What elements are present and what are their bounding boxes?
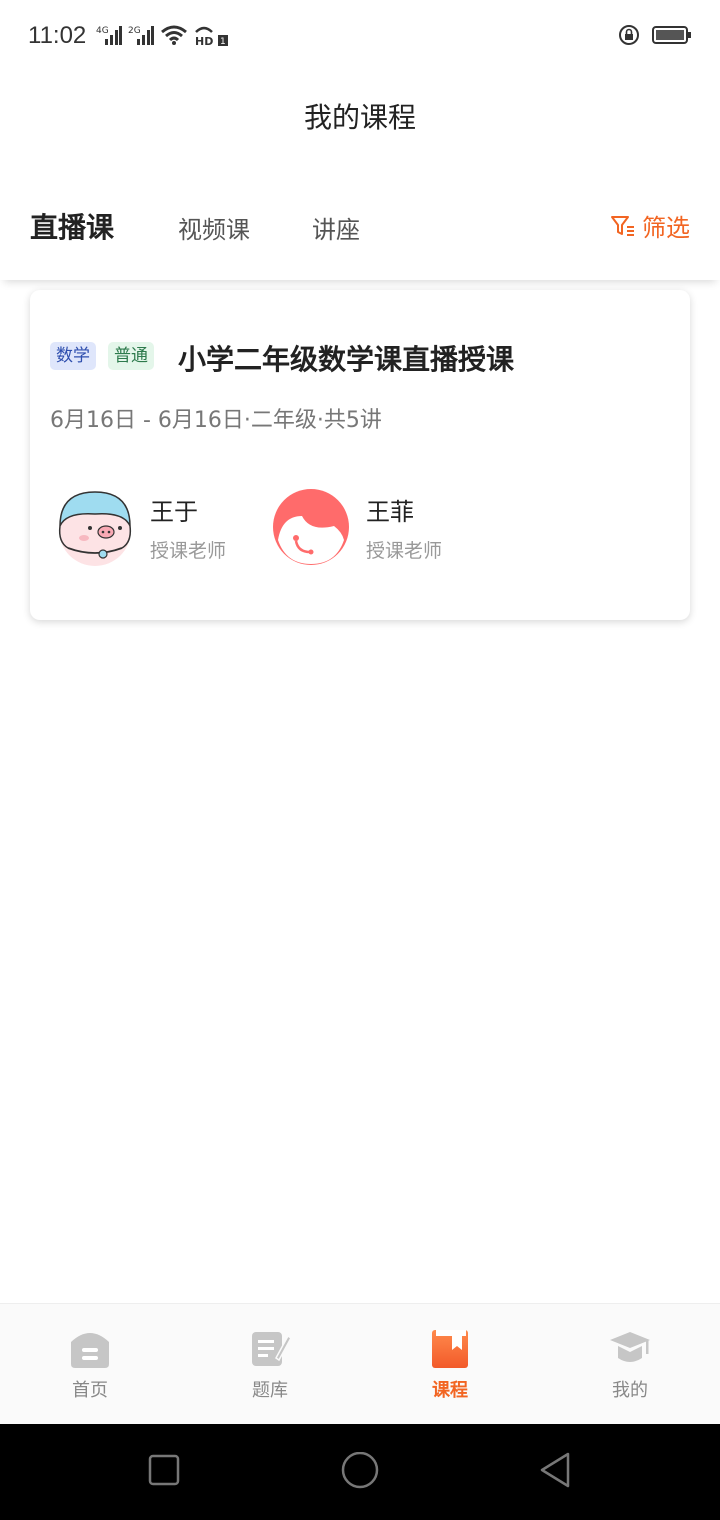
nav-item-home[interactable]: 首页 xyxy=(0,1326,180,1402)
home-button-icon[interactable] xyxy=(340,1452,380,1492)
system-indicators xyxy=(618,24,692,46)
rotation-lock-icon xyxy=(619,25,639,45)
teacher-name: 王于 xyxy=(150,498,198,526)
pig-avatar xyxy=(58,491,132,566)
hd-voice-icon: HD 1 xyxy=(195,26,228,46)
tab-video-course[interactable]: 视频课 xyxy=(178,210,250,245)
status-bar: 11:02 4G 2G HD 1 xyxy=(0,0,720,72)
subject-tag: 数学 xyxy=(50,342,96,370)
course-card[interactable]: 数学 普通 小学二年级数学课直播授课 6月16日 - 6月16日·二年级·共5讲… xyxy=(30,290,690,620)
nav-label-course: 课程 xyxy=(432,1380,468,1401)
level-tag: 普通 xyxy=(108,342,154,370)
nav-item-mine[interactable]: 我的 xyxy=(540,1326,720,1402)
svg-text:1: 1 xyxy=(220,37,226,46)
page-title: 我的课程 xyxy=(303,101,416,134)
home-icon xyxy=(71,1333,109,1368)
bottom-nav: 首页 题库 课程 我的 xyxy=(0,1303,720,1424)
nav-item-question-bank[interactable]: 题库 xyxy=(180,1326,360,1402)
network-indicators: 4G 2G HD 1 xyxy=(96,24,228,46)
recent-apps-icon[interactable] xyxy=(146,1452,182,1488)
system-nav-bar xyxy=(0,1424,720,1520)
course-title: 小学二年级数学课直播授课 xyxy=(178,343,515,376)
course-icon xyxy=(432,1330,468,1368)
signal-4g-icon: 4G xyxy=(96,26,122,45)
graduation-cap-icon xyxy=(610,1332,650,1362)
course-meta: 6月16日 - 6月16日·二年级·共5讲 xyxy=(50,408,382,433)
teacher-name: 王菲 xyxy=(366,498,414,526)
signal-2g-icon: 2G xyxy=(128,26,154,45)
nav-item-course[interactable]: 课程 xyxy=(360,1326,540,1402)
filter-icon xyxy=(611,215,634,236)
tab-lecture[interactable]: 讲座 xyxy=(312,210,360,245)
filter-button[interactable]: 筛选 xyxy=(610,208,690,243)
wifi-icon xyxy=(161,25,187,45)
nav-label-question-bank: 题库 xyxy=(252,1380,288,1401)
svg-text:2G: 2G xyxy=(128,26,141,36)
nav-label-home: 首页 xyxy=(72,1380,108,1401)
back-icon[interactable] xyxy=(538,1452,574,1488)
nav-label-mine: 我的 xyxy=(612,1380,648,1401)
svg-text:HD: HD xyxy=(195,35,213,46)
course-type-tabs: 直播课 视频课 讲座 筛选 xyxy=(0,190,720,280)
girl-avatar xyxy=(273,489,349,565)
filter-label: 筛选 xyxy=(642,214,690,242)
teacher-role: 授课老师 xyxy=(366,540,443,562)
question-bank-icon xyxy=(252,1332,292,1366)
battery-icon xyxy=(652,26,691,44)
tab-live-course[interactable]: 直播课 xyxy=(30,206,114,246)
svg-text:4G: 4G xyxy=(96,26,109,36)
status-time: 11:02 xyxy=(28,22,87,49)
teacher-role: 授课老师 xyxy=(150,540,227,562)
